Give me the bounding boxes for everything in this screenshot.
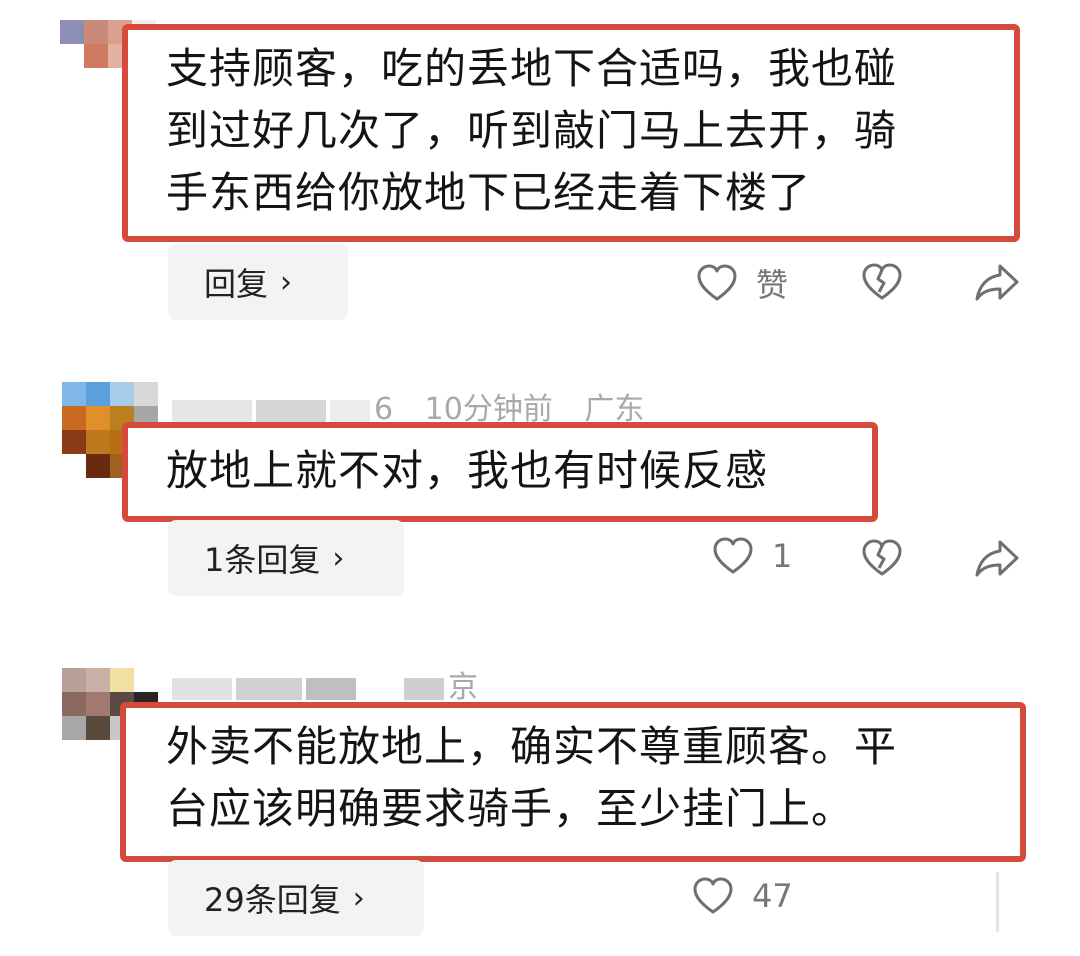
like-button[interactable]: 1 [712,536,792,576]
blurred-location [404,677,444,700]
reply-button[interactable]: 1条回复 › [168,520,404,596]
chevron-right-icon: › [332,540,345,576]
heart-outline-icon [713,537,753,574]
share-button[interactable] [974,262,1020,302]
blurred-username [306,677,356,700]
chevron-right-icon: › [280,264,293,300]
blurred-username [236,677,302,700]
heart-outline-icon [697,264,737,301]
like-count: 1 [772,537,793,575]
reply-label: 1条回复 [204,541,321,579]
share-arrow-icon [975,540,1019,577]
heart-outline-icon [693,877,733,914]
comment-meta: 京 [172,662,478,706]
dislike-button[interactable] [860,538,904,578]
blurred-username [330,399,370,422]
reply-label: 29条回复 [204,881,341,919]
like-button[interactable]: 赞 [696,260,788,306]
reply-button[interactable]: 回复 › [168,244,348,320]
location-fragment: 京 [448,670,478,705]
blurred-username [172,677,232,700]
comment-text: 外卖不能放地上，确实不尊重顾客。平 台应该明确要求骑手，至少挂门上。 [166,722,898,833]
faded-divider [996,872,999,932]
share-button[interactable] [974,538,1020,578]
like-count: 47 [752,877,793,915]
chevron-right-icon: › [352,880,365,916]
like-label: 赞 [756,266,789,304]
broken-heart-icon [862,263,902,300]
blurred-username [360,677,400,700]
blurred-username [256,399,326,422]
broken-heart-icon [862,539,902,576]
comment-thread: 支持顾客，吃的丢地下合适吗，我也碰 到过好几次了，听到敲门马上去开，骑 手东西给… [0,0,1080,956]
comment-text: 放地上就不对，我也有时候反感 [166,446,769,495]
like-button[interactable]: 47 [692,876,793,916]
share-arrow-icon [975,264,1019,301]
reply-label: 回复 [204,265,269,303]
comment-text: 支持顾客，吃的丢地下合适吗，我也碰 到过好几次了，听到敲门马上去开，骑 手东西给… [166,44,898,217]
reply-button[interactable]: 29条回复 › [168,860,424,936]
blurred-username [172,399,252,422]
dislike-button[interactable] [860,262,904,302]
